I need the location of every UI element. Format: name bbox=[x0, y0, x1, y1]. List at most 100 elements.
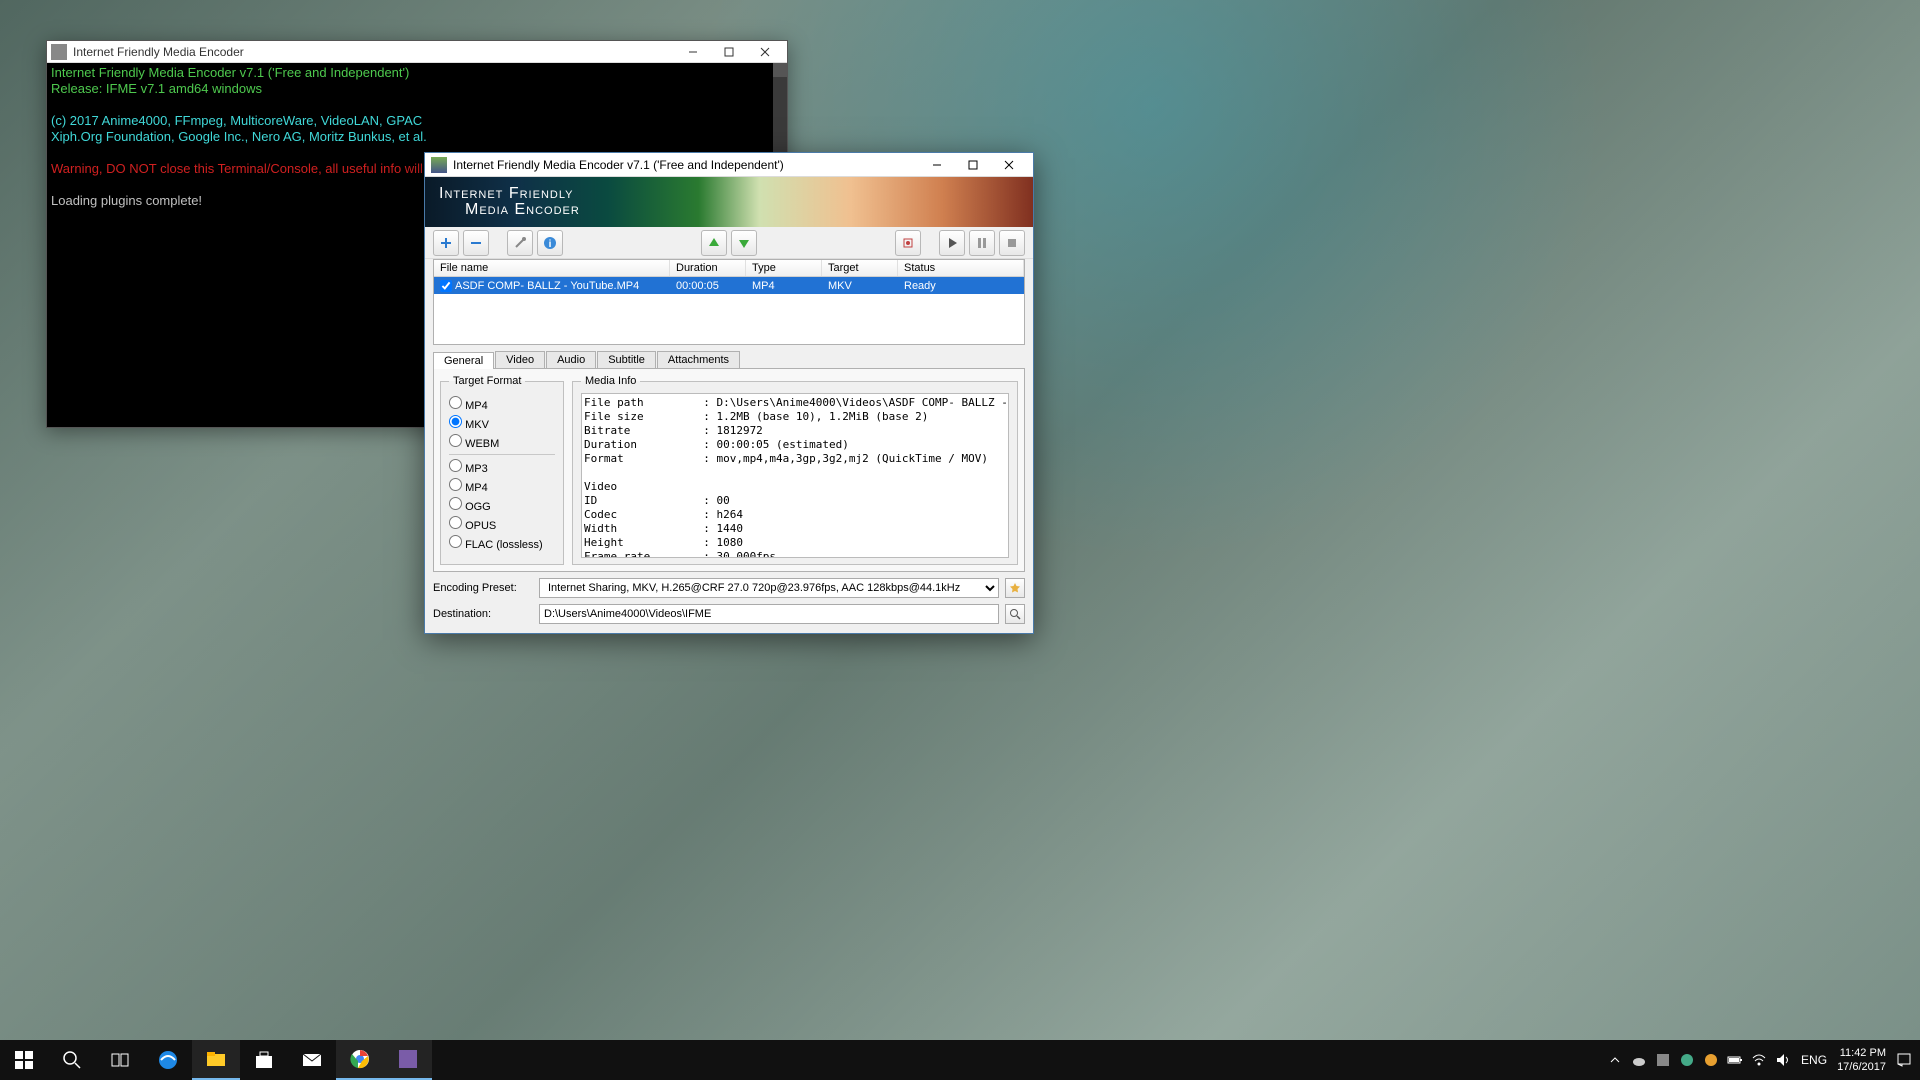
info-button[interactable]: i bbox=[537, 230, 563, 256]
table-row[interactable]: ASDF COMP- BALLZ - YouTube.MP4 00:00:05 … bbox=[434, 277, 1024, 294]
clock-time: 11:42 PM bbox=[1837, 1046, 1886, 1060]
console-line: Release: IFME v7.1 amd64 windows bbox=[51, 81, 262, 96]
row-target: MKV bbox=[822, 280, 898, 292]
row-filename: ASDF COMP- BALLZ - YouTube.MP4 bbox=[455, 280, 639, 292]
tray-chevron-icon[interactable] bbox=[1607, 1052, 1623, 1068]
onedrive-icon[interactable] bbox=[1631, 1052, 1647, 1068]
move-up-button[interactable] bbox=[701, 230, 727, 256]
svg-text:i: i bbox=[549, 239, 552, 250]
file-table: File name Duration Type Target Status AS… bbox=[433, 259, 1025, 345]
app-titlebar[interactable]: Internet Friendly Media Encoder v7.1 ('F… bbox=[425, 153, 1033, 177]
row-checkbox[interactable] bbox=[440, 280, 452, 292]
volume-icon[interactable] bbox=[1775, 1052, 1791, 1068]
format-mp4a[interactable]: MP4 bbox=[449, 478, 555, 494]
desktop: Internet Friendly Media Encoder Internet… bbox=[0, 0, 1920, 1080]
tab-audio[interactable]: Audio bbox=[546, 351, 596, 368]
ifme-app-icon[interactable] bbox=[384, 1040, 432, 1080]
console-line: Internet Friendly Media Encoder v7.1 ('F… bbox=[51, 65, 409, 80]
console-titlebar[interactable]: Internet Friendly Media Encoder bbox=[47, 41, 787, 63]
format-mp3[interactable]: MP3 bbox=[449, 459, 555, 475]
taskbar: ENG 11:42 PM 17/6/2017 bbox=[0, 1040, 1920, 1080]
stop-button[interactable] bbox=[999, 230, 1025, 256]
tray-app-icon[interactable] bbox=[1679, 1052, 1695, 1068]
console-line: Loading plugins complete! bbox=[51, 193, 202, 208]
notification-icon[interactable] bbox=[1896, 1052, 1912, 1068]
col-header-name[interactable]: File name bbox=[434, 260, 670, 276]
tray-app-icon[interactable] bbox=[1655, 1052, 1671, 1068]
col-header-target[interactable]: Target bbox=[822, 260, 898, 276]
tray-app-icon[interactable] bbox=[1703, 1052, 1719, 1068]
minimize-button[interactable] bbox=[675, 42, 711, 62]
format-webm[interactable]: WEBM bbox=[449, 434, 555, 450]
mail-icon[interactable] bbox=[288, 1040, 336, 1080]
pause-button[interactable] bbox=[969, 230, 995, 256]
console-title: Internet Friendly Media Encoder bbox=[73, 45, 675, 59]
tab-attachments[interactable]: Attachments bbox=[657, 351, 740, 368]
tab-general[interactable]: General bbox=[433, 352, 494, 369]
add-button[interactable] bbox=[433, 230, 459, 256]
search-button[interactable] bbox=[48, 1040, 96, 1080]
preset-row: Encoding Preset: Internet Sharing, MKV, … bbox=[433, 578, 1025, 598]
edge-icon[interactable] bbox=[144, 1040, 192, 1080]
target-format-legend: Target Format bbox=[449, 375, 525, 387]
col-header-status[interactable]: Status bbox=[898, 260, 1024, 276]
app-icon bbox=[51, 44, 67, 60]
settings-button[interactable] bbox=[507, 230, 533, 256]
chrome-icon[interactable] bbox=[336, 1040, 384, 1080]
format-ogg[interactable]: OGG bbox=[449, 497, 555, 513]
file-explorer-icon[interactable] bbox=[192, 1040, 240, 1080]
maximize-button[interactable] bbox=[955, 155, 991, 175]
tabs: General Video Audio Subtitle Attachments bbox=[433, 351, 1025, 368]
format-flac[interactable]: FLAC (lossless) bbox=[449, 535, 555, 551]
close-button[interactable] bbox=[747, 42, 783, 62]
donate-button[interactable] bbox=[895, 230, 921, 256]
tab-subtitle[interactable]: Subtitle bbox=[597, 351, 656, 368]
language-indicator[interactable]: ENG bbox=[1801, 1053, 1827, 1067]
preset-label: Encoding Preset: bbox=[433, 582, 533, 594]
tab-body-general: Target Format MP4 MKV WEBM MP3 MP4 OGG O… bbox=[433, 368, 1025, 572]
format-opus[interactable]: OPUS bbox=[449, 516, 555, 532]
format-mkv[interactable]: MKV bbox=[449, 415, 555, 431]
system-tray: ENG 11:42 PM 17/6/2017 bbox=[1607, 1046, 1920, 1074]
row-type: MP4 bbox=[746, 280, 822, 292]
app-title: Internet Friendly Media Encoder v7.1 ('F… bbox=[453, 158, 919, 172]
row-status: Ready bbox=[898, 280, 1024, 292]
col-header-duration[interactable]: Duration bbox=[670, 260, 746, 276]
media-info-text[interactable]: File path : D:\Users\Anime4000\Videos\AS… bbox=[581, 393, 1009, 558]
media-info-group: Media Info File path : D:\Users\Anime400… bbox=[572, 375, 1018, 565]
destination-input[interactable] bbox=[539, 604, 999, 624]
banner-line1: Internet Friendly bbox=[439, 186, 580, 202]
format-mp4[interactable]: MP4 bbox=[449, 396, 555, 412]
taskview-button[interactable] bbox=[96, 1040, 144, 1080]
console-line: Xiph.Org Foundation, Google Inc., Nero A… bbox=[51, 129, 427, 144]
row-duration: 00:00:05 bbox=[670, 280, 746, 292]
destination-row: Destination: bbox=[433, 604, 1025, 624]
battery-icon[interactable] bbox=[1727, 1052, 1743, 1068]
start-menu-button[interactable] bbox=[0, 1040, 48, 1080]
store-icon[interactable] bbox=[240, 1040, 288, 1080]
clock-date: 17/6/2017 bbox=[1837, 1060, 1886, 1074]
start-button[interactable] bbox=[939, 230, 965, 256]
col-header-type[interactable]: Type bbox=[746, 260, 822, 276]
destination-label: Destination: bbox=[433, 608, 533, 620]
app-banner: Internet Friendly Media Encoder bbox=[425, 177, 1033, 227]
media-info-legend: Media Info bbox=[581, 375, 640, 387]
wifi-icon[interactable] bbox=[1751, 1052, 1767, 1068]
target-format-group: Target Format MP4 MKV WEBM MP3 MP4 OGG O… bbox=[440, 375, 564, 565]
maximize-button[interactable] bbox=[711, 42, 747, 62]
banner-line2: Media Encoder bbox=[465, 202, 580, 218]
preset-select[interactable]: Internet Sharing, MKV, H.265@CRF 27.0 72… bbox=[539, 578, 999, 598]
close-button[interactable] bbox=[991, 155, 1027, 175]
minimize-button[interactable] bbox=[919, 155, 955, 175]
move-down-button[interactable] bbox=[731, 230, 757, 256]
table-header: File name Duration Type Target Status bbox=[434, 260, 1024, 277]
toolbar: i bbox=[425, 227, 1033, 259]
app-icon bbox=[431, 157, 447, 173]
console-line: (c) 2017 Anime4000, FFmpeg, MulticoreWar… bbox=[51, 113, 422, 128]
browse-button[interactable] bbox=[1005, 604, 1025, 624]
app-window: Internet Friendly Media Encoder v7.1 ('F… bbox=[424, 152, 1034, 634]
preset-save-button[interactable] bbox=[1005, 578, 1025, 598]
clock[interactable]: 11:42 PM 17/6/2017 bbox=[1837, 1046, 1886, 1074]
remove-button[interactable] bbox=[463, 230, 489, 256]
tab-video[interactable]: Video bbox=[495, 351, 545, 368]
